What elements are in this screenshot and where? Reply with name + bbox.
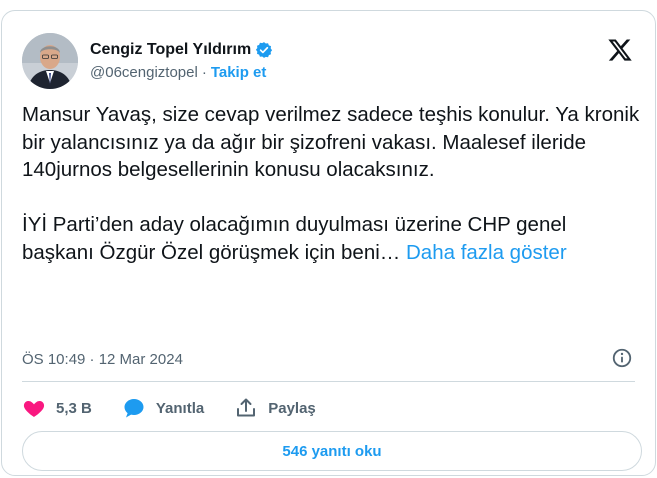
avatar-portrait-icon	[22, 33, 78, 89]
handle-separator: ·	[201, 64, 207, 81]
info-icon[interactable]	[611, 347, 633, 369]
share-button[interactable]: Paylaş	[234, 396, 316, 420]
verified-badge-icon	[256, 42, 273, 58]
author-name[interactable]: Cengiz Topel Yıldırım	[90, 41, 251, 59]
tweet-body: Mansur Yavaş, size cevap verilmez sadece…	[22, 103, 640, 264]
handle-row: @06cengiztopel · Takip et	[90, 64, 266, 81]
like-count: 5,3 B	[56, 399, 92, 417]
read-replies-button[interactable]: 546 yanıtı oku	[22, 431, 642, 471]
show-more-link[interactable]: Daha fazla göster	[406, 241, 567, 264]
share-label: Paylaş	[268, 399, 316, 417]
reply-label: Yanıtla	[155, 399, 205, 417]
reply-button[interactable]: Yanıtla	[122, 396, 204, 420]
tweet-card: Cengiz Topel Yıldırım @06cengiztopel · T…	[1, 10, 656, 476]
author-handle[interactable]: @06cengiztopel	[90, 64, 198, 81]
speech-bubble-icon	[124, 399, 144, 418]
x-logo-icon[interactable]	[607, 37, 633, 63]
tweet-text: Mansur Yavaş, size cevap verilmez sadece…	[22, 101, 642, 266]
follow-button[interactable]: Takip et	[211, 64, 267, 81]
heart-icon	[23, 401, 45, 417]
like-button[interactable]: 5,3 B	[22, 396, 92, 420]
read-replies-label: 546 yanıtı oku	[282, 442, 382, 460]
avatar[interactable]	[22, 33, 78, 89]
action-bar: 5,3 B Yanıtla Paylaş	[22, 396, 346, 420]
author-name-row: Cengiz Topel Yıldırım	[90, 41, 273, 59]
timestamp[interactable]: ÖS 10:49 · 12 Mar 2024	[22, 351, 183, 368]
divider	[22, 381, 635, 382]
share-upload-icon	[237, 398, 256, 417]
